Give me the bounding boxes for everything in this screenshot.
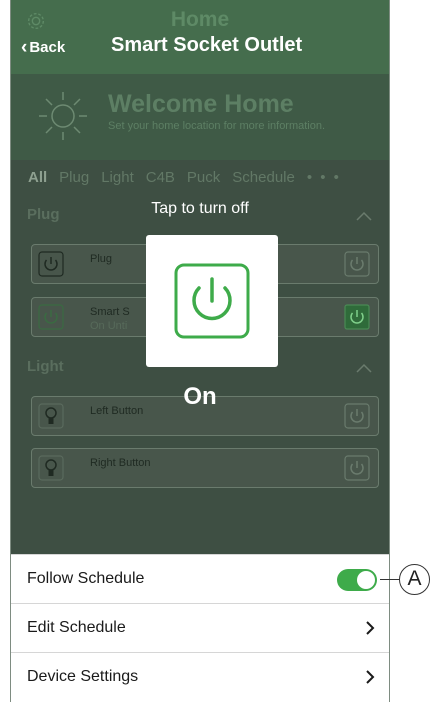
back-label: Back: [29, 39, 66, 56]
tab-all[interactable]: All: [28, 169, 47, 186]
device-settings-label: Device Settings: [27, 668, 139, 685]
phone-screen: Home ‹ Back Smart Socket Outlet Welcome …: [10, 0, 390, 702]
device-row-right-button[interactable]: Right Button: [31, 448, 379, 488]
navigation-bar: ‹ Back Smart Socket Outlet: [11, 30, 389, 64]
tab-c4b[interactable]: C4B: [146, 169, 175, 186]
power-toggle-icon[interactable]: [344, 304, 370, 330]
back-button[interactable]: ‹ Back: [21, 38, 65, 57]
edit-schedule-row[interactable]: Edit Schedule: [11, 603, 389, 652]
device-name: Smart S: [90, 306, 130, 318]
background-home-title: Home: [170, 8, 230, 31]
tab-light[interactable]: Light: [101, 169, 134, 186]
callout-marker: A: [399, 564, 430, 595]
bulb-icon: [38, 455, 64, 481]
chevron-right-icon: [366, 621, 375, 635]
page-title: Smart Socket Outlet: [111, 34, 303, 56]
tab-puck[interactable]: Puck: [187, 169, 220, 186]
sun-icon: [39, 92, 87, 140]
device-name: Right Button: [90, 457, 151, 469]
category-tabs: All Plug Light C4B Puck Schedule • • •: [11, 160, 389, 194]
power-toggle-icon[interactable]: [344, 251, 370, 277]
more-tabs-icon[interactable]: • • •: [307, 169, 341, 186]
section-light-label: Light: [27, 358, 64, 375]
power-icon: [38, 251, 64, 277]
welcome-banner: Welcome Home Set your home location for …: [11, 74, 389, 160]
action-sheet: Follow Schedule Edit Schedule Device Set…: [11, 554, 389, 702]
power-state-label: On: [183, 383, 217, 410]
callout-line: [380, 579, 400, 580]
toggle-knob: [357, 571, 375, 589]
tab-schedule[interactable]: Schedule: [232, 169, 295, 186]
power-icon: [174, 263, 250, 339]
tab-plug[interactable]: Plug: [59, 169, 89, 186]
tap-to-turn-off-label: Tap to turn off: [151, 200, 249, 217]
device-name: Plug: [90, 253, 113, 265]
welcome-title: Welcome Home: [108, 90, 294, 118]
device-settings-row[interactable]: Device Settings: [11, 652, 389, 701]
power-button[interactable]: [146, 235, 278, 367]
chevron-left-icon: ‹: [21, 37, 28, 58]
welcome-subtitle: Set your home location for more informat…: [108, 120, 326, 132]
chevron-right-icon: [366, 670, 375, 684]
device-status: On Unti: [90, 320, 128, 332]
follow-schedule-toggle[interactable]: [337, 569, 377, 591]
gear-icon: [27, 12, 45, 30]
power-icon: [38, 304, 64, 330]
follow-schedule-row: Follow Schedule: [11, 554, 389, 603]
follow-schedule-label: Follow Schedule: [27, 570, 145, 587]
edit-schedule-label: Edit Schedule: [27, 619, 126, 636]
chevron-up-icon[interactable]: [355, 362, 373, 374]
power-toggle-icon[interactable]: [344, 455, 370, 481]
